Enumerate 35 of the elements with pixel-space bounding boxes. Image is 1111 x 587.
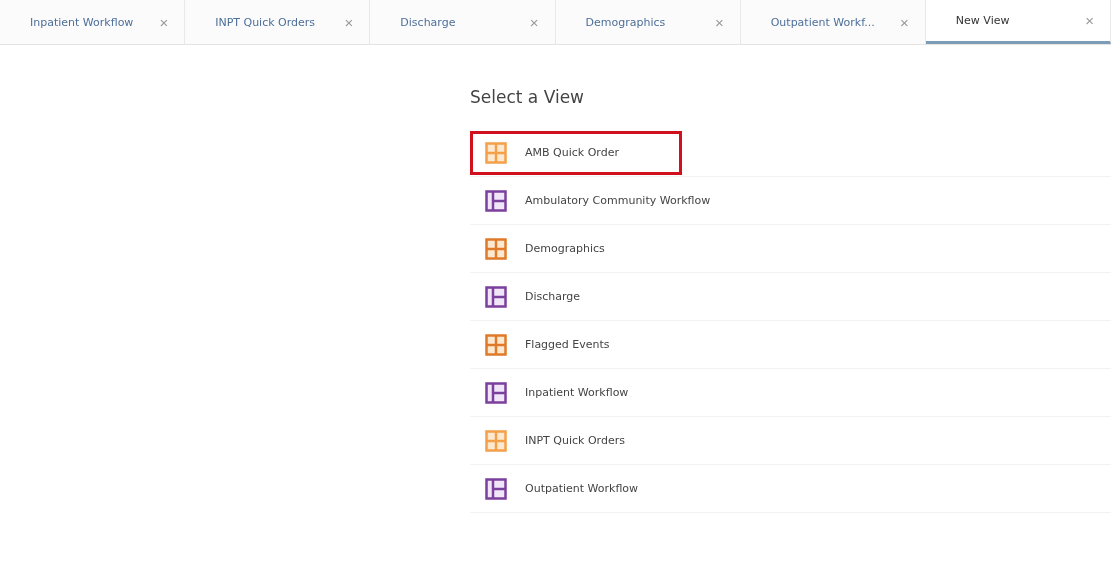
view-label: Outpatient Workflow xyxy=(525,482,639,495)
close-button[interactable]: × xyxy=(155,13,173,31)
tab[interactable]: New View × xyxy=(925,0,1111,44)
section-heading: Select a View xyxy=(470,87,585,107)
close-button[interactable]: × xyxy=(710,13,728,31)
tab[interactable]: Demographics × xyxy=(555,0,741,44)
view-item[interactable]: Demographics xyxy=(470,226,668,271)
view-label: Discharge xyxy=(525,290,581,303)
close-button[interactable]: × xyxy=(1081,12,1099,29)
tab-label: INPT Quick Orders xyxy=(215,15,316,29)
tab-label: Discharge xyxy=(400,15,456,29)
tab-label: Inpatient Workflow xyxy=(30,15,134,29)
view-label: AMB Quick Order xyxy=(525,146,619,159)
tab-label: New View xyxy=(955,14,1010,27)
view-label: Ambulatory Community Workflow xyxy=(525,194,711,207)
tab-label: Outpatient Workf... xyxy=(770,15,875,29)
view-item[interactable]: Ambulatory Community Workflow xyxy=(470,178,774,223)
view-label: Demographics xyxy=(525,242,605,255)
view-label: Inpatient Workflow xyxy=(525,386,629,399)
tab[interactable]: INPT Quick Orders × xyxy=(185,0,371,44)
view-item[interactable]: INPT Quick Orders xyxy=(470,418,688,463)
close-button[interactable]: × xyxy=(896,13,913,31)
view-label: INPT Quick Orders xyxy=(525,434,625,447)
view-label: Flagged Events xyxy=(525,338,610,351)
close-button[interactable]: × xyxy=(340,13,358,31)
view-item[interactable]: Inpatient Workflow xyxy=(470,370,692,415)
view-item[interactable]: AMB Quick Order xyxy=(470,130,682,175)
tab[interactable]: Inpatient Workflow × xyxy=(0,0,186,44)
view-item[interactable]: Outpatient Workflow xyxy=(470,466,702,511)
view-item[interactable]: Discharge xyxy=(470,274,644,319)
close-button[interactable]: × xyxy=(525,13,543,31)
tab-label: Demographics xyxy=(585,15,666,29)
tab[interactable]: Discharge × xyxy=(370,0,556,44)
view-item[interactable]: Flagged Events xyxy=(470,322,673,367)
tab[interactable]: Outpatient Workf... × xyxy=(740,0,926,44)
